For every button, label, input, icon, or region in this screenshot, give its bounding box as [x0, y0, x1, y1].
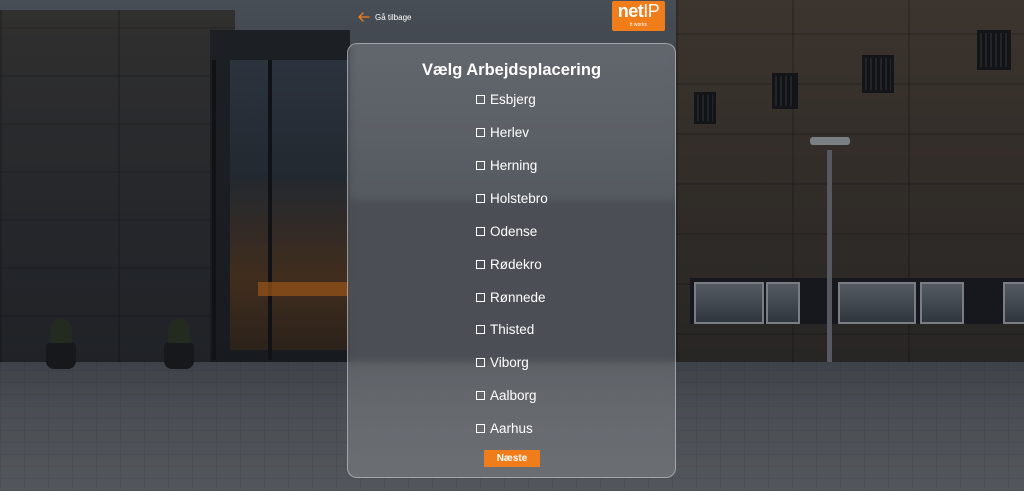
location-card: Vælg Arbejdsplacering Esbjerg Herlev Her… [347, 43, 676, 478]
logo-wordmark: netIP [612, 2, 665, 20]
option-holstebro[interactable]: Holstebro [476, 190, 548, 206]
option-aalborg[interactable]: Aalborg [476, 387, 537, 403]
option-label: Aalborg [490, 387, 537, 403]
option-label: Viborg [490, 354, 529, 370]
checkbox[interactable] [476, 357, 485, 367]
checkbox[interactable] [476, 127, 485, 137]
option-aarhus[interactable]: Aarhus [476, 420, 533, 436]
checkbox[interactable] [476, 94, 485, 104]
back-label: Gå tilbage [375, 12, 412, 22]
arrow-left-icon [358, 12, 370, 22]
option-herlev[interactable]: Herlev [476, 124, 529, 140]
option-label: Herlev [490, 124, 530, 140]
checkbox[interactable] [476, 423, 485, 433]
option-esbjerg[interactable]: Esbjerg [476, 91, 536, 107]
page-title: Vælg Arbejdsplacering [421, 61, 602, 79]
option-thisted[interactable]: Thisted [476, 321, 534, 337]
checkbox[interactable] [476, 160, 485, 170]
checkbox[interactable] [476, 324, 485, 334]
option-odense[interactable]: Odense [476, 223, 537, 239]
option-viborg[interactable]: Viborg [476, 354, 529, 370]
checkbox[interactable] [476, 259, 485, 269]
checkbox[interactable] [476, 390, 485, 400]
netip-logo: netIP it works [612, 1, 665, 31]
checkbox[interactable] [476, 193, 485, 203]
next-button[interactable]: Næste [484, 450, 540, 467]
option-label: Herning [490, 157, 538, 173]
option-label: Rødekro [490, 256, 542, 272]
checkbox[interactable] [476, 226, 485, 236]
option-ronnede[interactable]: Rønnede [476, 289, 546, 305]
logo-tagline: it works [630, 22, 647, 28]
option-label: Rønnede [490, 289, 546, 305]
option-label: Aarhus [490, 420, 533, 436]
checkbox[interactable] [476, 292, 485, 302]
logo-net: net [617, 1, 644, 21]
option-label: Odense [490, 223, 538, 239]
back-link[interactable]: Gå tilbage [358, 9, 411, 25]
option-herning[interactable]: Herning [476, 157, 537, 173]
option-rodekro[interactable]: Rødekro [476, 256, 542, 272]
logo-ip: IP [643, 1, 660, 21]
option-label: Thisted [490, 321, 535, 337]
option-label: Holstebro [490, 190, 548, 206]
option-label: Esbjerg [490, 91, 536, 107]
